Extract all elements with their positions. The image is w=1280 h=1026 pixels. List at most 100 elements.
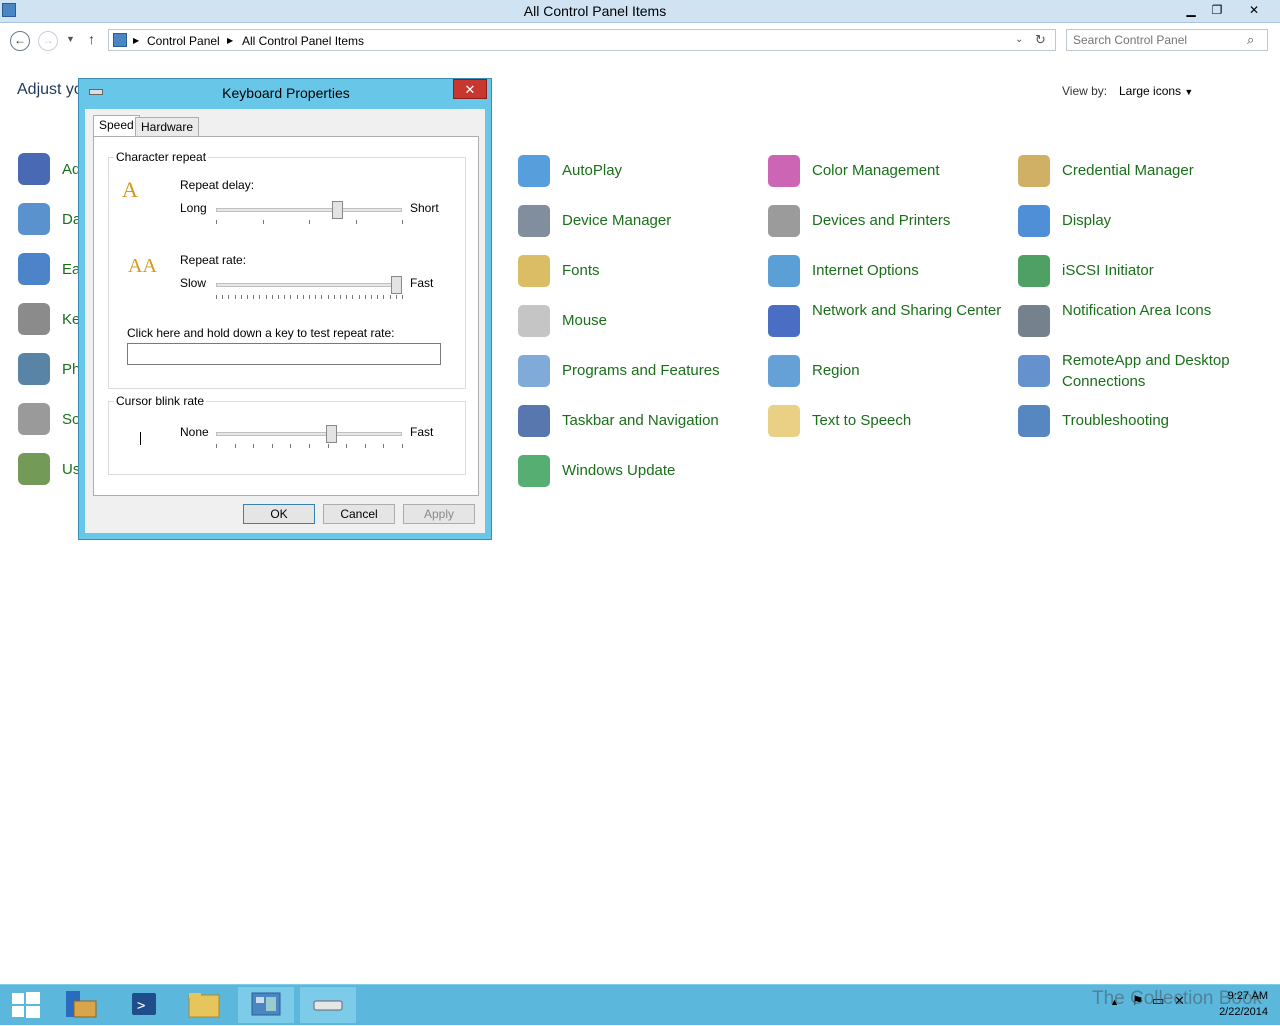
control-panel-item-label: Fonts: [562, 262, 600, 279]
ok-button[interactable]: OK: [243, 504, 315, 524]
control-panel-item[interactable]: Network and Sharing Center: [768, 302, 1008, 343]
cursor-blink-slider-thumb[interactable]: [326, 425, 338, 443]
breadcrumb-all-items[interactable]: All Control Panel Items: [242, 34, 364, 48]
slider-tick: [346, 444, 348, 448]
tab-speed[interactable]: Speed: [93, 115, 140, 137]
close-button[interactable]: ✕: [1230, 0, 1278, 20]
control-panel-item[interactable]: Programs and Features: [518, 353, 758, 393]
control-panel-item-label: RemoteApp and Desktop Connections: [1062, 352, 1230, 390]
slider-tick: [389, 295, 391, 299]
clock-date[interactable]: 2/22/2014: [1200, 1006, 1268, 1018]
cursor-blink-slider-track[interactable]: [216, 432, 402, 436]
repeat-delay-slider-thumb[interactable]: [331, 201, 343, 219]
left-column-item-icon: [18, 253, 50, 285]
control-panel-item[interactable]: Taskbar and Navigation: [518, 403, 758, 443]
cursor-blink-max-label: Fast: [410, 425, 434, 439]
control-panel-item[interactable]: Credential Manager: [1018, 153, 1258, 193]
refresh-icon[interactable]: ↻: [1035, 32, 1046, 48]
search-icon[interactable]: ⌕: [1247, 32, 1254, 48]
slider-tick: [290, 444, 292, 448]
windows-logo-icon: [12, 992, 40, 1018]
programs-icon: [518, 355, 550, 387]
control-panel-item[interactable]: Fonts: [518, 253, 758, 293]
iscsi-icon: [1018, 255, 1050, 287]
address-bar[interactable]: ▶ Control Panel ▶ All Control Panel Item…: [108, 29, 1056, 51]
control-panel-item[interactable]: Windows Update: [518, 453, 758, 493]
keyboard-icon: [313, 1000, 343, 1011]
repeat-rate-slider-track[interactable]: [216, 283, 402, 287]
slider-tick: [402, 444, 403, 448]
repeat-delay-min-label: Long: [180, 201, 207, 215]
slider-tick: [371, 295, 372, 299]
apply-button[interactable]: Apply: [403, 504, 475, 524]
breadcrumb-control-panel[interactable]: Control Panel: [147, 34, 220, 48]
up-button[interactable]: ↑: [88, 31, 95, 47]
start-button[interactable]: [0, 987, 56, 1023]
cancel-button[interactable]: Cancel: [323, 504, 395, 524]
search-input[interactable]: [1073, 33, 1243, 47]
control-panel-item[interactable]: Color Management: [768, 153, 1008, 193]
control-panel-icon: [113, 33, 127, 47]
slider-tick: [271, 444, 273, 448]
restore-button[interactable]: ❐: [1204, 0, 1230, 20]
windows-update-icon: [518, 455, 550, 487]
control-panel-item[interactable]: Devices and Printers: [768, 203, 1008, 243]
slider-tick: [327, 295, 329, 299]
left-column-item-icon: [18, 353, 50, 385]
window-title: All Control Panel Items: [523, 3, 667, 19]
clock-time[interactable]: 9:27 AM: [1208, 990, 1268, 1002]
test-repeat-label: Click here and hold down a key to test r…: [127, 326, 395, 340]
control-panel-item[interactable]: RemoteApp and Desktop Connections: [1018, 352, 1258, 393]
tab-hardware[interactable]: Hardware: [135, 117, 200, 137]
control-panel-item-label: Windows Update: [562, 462, 676, 479]
taskbar-server-manager[interactable]: [56, 987, 112, 1023]
control-panel-item[interactable]: Region: [768, 353, 1008, 393]
remoteapp-icon: [1018, 355, 1050, 387]
control-panel-item[interactable]: iSCSI Initiator: [1018, 253, 1258, 293]
back-button[interactable]: ←: [10, 31, 30, 51]
test-repeat-input[interactable]: [127, 343, 441, 365]
text-to-speech-icon: [768, 405, 800, 437]
control-panel-item[interactable]: Device Manager: [518, 203, 758, 243]
minimize-button[interactable]: ▁: [1178, 0, 1204, 20]
control-panel-item-label: Notification Area Icons: [1062, 302, 1212, 319]
slider-tick: [262, 220, 264, 224]
character-repeat-label: Character repeat: [114, 150, 209, 164]
notification-icon: [1018, 305, 1050, 337]
repeat-rate-max-label: Fast: [410, 276, 434, 290]
taskbar: > ▲ ⚑ ▭ ✕: [0, 984, 1280, 1025]
dialog-close-button[interactable]: ✕: [453, 79, 487, 99]
slider-tick: [352, 295, 354, 299]
left-column-item-icon: [18, 153, 50, 185]
repeat-rate-slider-thumb[interactable]: [391, 276, 403, 294]
control-panel-item[interactable]: Troubleshooting: [1018, 403, 1258, 443]
control-panel-item[interactable]: Internet Options: [768, 253, 1008, 293]
color-management-icon: [768, 155, 800, 187]
slider-tick: [228, 295, 230, 299]
control-panel-item[interactable]: AutoPlay: [518, 153, 758, 193]
repeat-delay-slider-track[interactable]: [216, 208, 402, 212]
slider-tick: [216, 220, 217, 224]
slider-tick: [247, 295, 248, 299]
taskbar-keyboard[interactable]: [300, 987, 356, 1023]
taskbar-file-explorer[interactable]: [176, 987, 232, 1023]
control-panel-item[interactable]: Notification Area Icons: [1018, 302, 1258, 343]
folder-icon: [188, 993, 220, 1018]
slider-tick: [327, 444, 329, 448]
control-panel-item[interactable]: Mouse: [518, 303, 758, 343]
view-by-dropdown[interactable]: Large icons ▼: [1119, 84, 1193, 98]
address-dropdown-icon[interactable]: ⌄: [1015, 34, 1023, 45]
taskbar-powershell[interactable]: >: [116, 987, 172, 1023]
control-panel-item[interactable]: Text to Speech: [768, 403, 1008, 443]
slider-tick: [234, 444, 236, 448]
control-panel-item[interactable]: Display: [1018, 203, 1258, 243]
dialog-title: Keyboard Properties: [222, 85, 350, 101]
forward-button[interactable]: →: [38, 31, 58, 51]
control-panel-item-label: Taskbar and Navigation: [562, 412, 719, 429]
svg-text:>: >: [137, 998, 145, 1014]
taskbar-control-panel[interactable]: [238, 987, 294, 1023]
left-column-item-icon: [18, 403, 50, 435]
recent-pages-chevron-icon[interactable]: ▼: [66, 34, 75, 44]
slider-tick: [296, 295, 298, 299]
search-box[interactable]: ⌕: [1066, 29, 1268, 51]
